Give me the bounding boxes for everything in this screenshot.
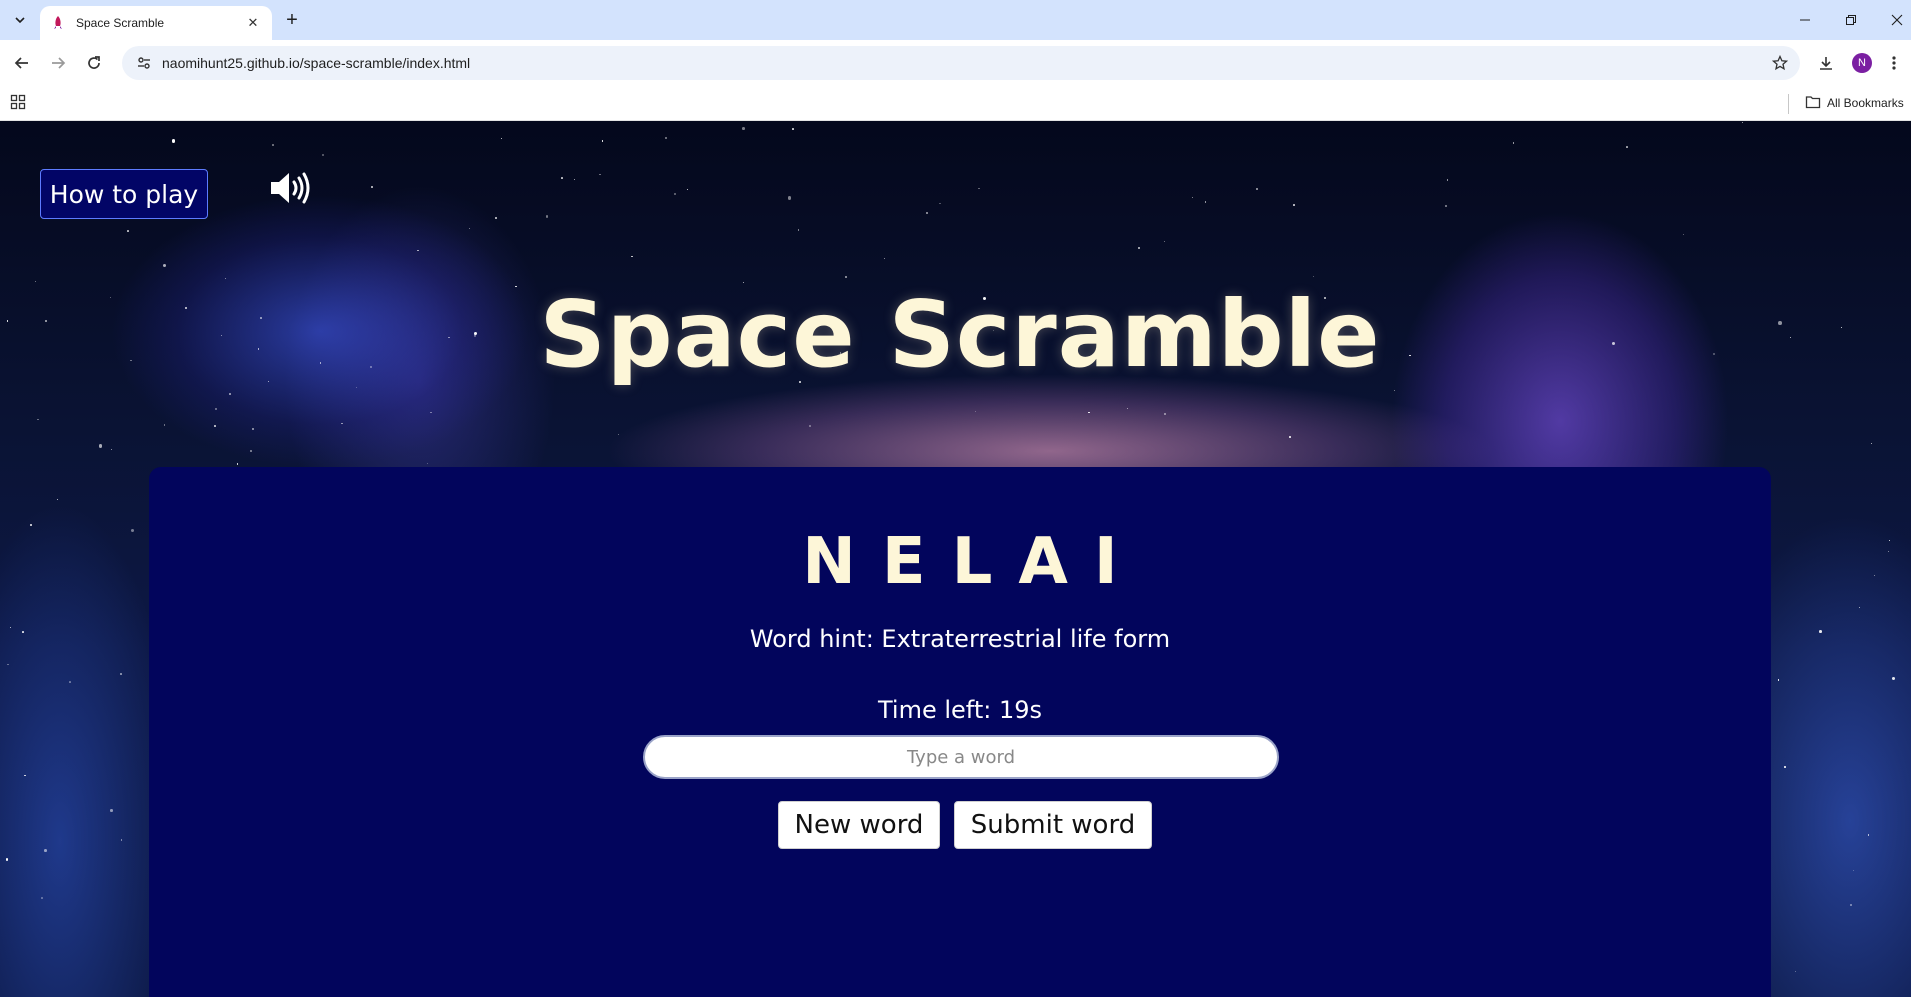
- restore-icon[interactable]: [1828, 0, 1874, 40]
- tab-strip: Space Scramble ✕ +: [0, 0, 1911, 40]
- all-bookmarks-button[interactable]: All Bookmarks: [1805, 93, 1904, 113]
- bookmarks-bar: All Bookmarks: [0, 86, 1911, 121]
- avatar: N: [1852, 53, 1872, 73]
- browser-toolbar: naomihunt25.github.io/space-scramble/ind…: [0, 40, 1911, 86]
- game-panel: NELAI Word hint: Extraterrestrial life f…: [149, 467, 1771, 997]
- star-icon[interactable]: [1770, 53, 1790, 73]
- scrambled-word: NELAI: [802, 525, 1144, 599]
- reload-icon[interactable]: [80, 49, 108, 77]
- time-left-value: 19s: [998, 696, 1042, 724]
- tune-icon[interactable]: [128, 46, 160, 80]
- chevron-down-icon[interactable]: [8, 8, 32, 32]
- minimize-icon[interactable]: [1782, 0, 1828, 40]
- folder-icon: [1805, 95, 1821, 112]
- tab-title: Space Scramble: [76, 16, 165, 30]
- back-arrow-icon[interactable]: [8, 49, 36, 77]
- how-to-play-button[interactable]: How to play: [40, 169, 208, 219]
- word-hint-label: Word hint:: [749, 625, 882, 653]
- submit-word-button[interactable]: Submit word: [954, 801, 1152, 849]
- page-viewport: How to play Space Scramble NELAI Word hi…: [0, 121, 1911, 997]
- plus-icon[interactable]: +: [280, 8, 304, 32]
- url-text: naomihunt25.github.io/space-scramble/ind…: [162, 55, 471, 71]
- word-hint: Word hint: Extraterrestrial life form: [149, 625, 1771, 653]
- download-icon[interactable]: [1812, 49, 1840, 77]
- bookmarks-separator: [1788, 94, 1789, 114]
- time-left-label: Time left:: [878, 696, 999, 724]
- rocket-icon: [50, 15, 66, 31]
- profile-avatar[interactable]: N: [1848, 49, 1876, 77]
- time-left: Time left: 19s: [149, 696, 1771, 724]
- word-input[interactable]: [643, 735, 1279, 779]
- forward-arrow-icon[interactable]: [44, 49, 72, 77]
- word-hint-value: Extraterrestrial life form: [881, 625, 1171, 653]
- window-close-icon[interactable]: [1874, 0, 1911, 40]
- game-title: Space Scramble: [539, 281, 1381, 388]
- kebab-menu-icon[interactable]: [1880, 49, 1908, 77]
- close-icon[interactable]: ✕: [244, 14, 262, 32]
- speaker-icon[interactable]: [268, 165, 314, 211]
- address-bar[interactable]: naomihunt25.github.io/space-scramble/ind…: [122, 46, 1800, 80]
- new-word-button[interactable]: New word: [778, 801, 940, 849]
- apps-grid-icon[interactable]: [10, 94, 28, 112]
- all-bookmarks-label: All Bookmarks: [1827, 96, 1904, 110]
- browser-tab[interactable]: Space Scramble ✕: [40, 6, 272, 40]
